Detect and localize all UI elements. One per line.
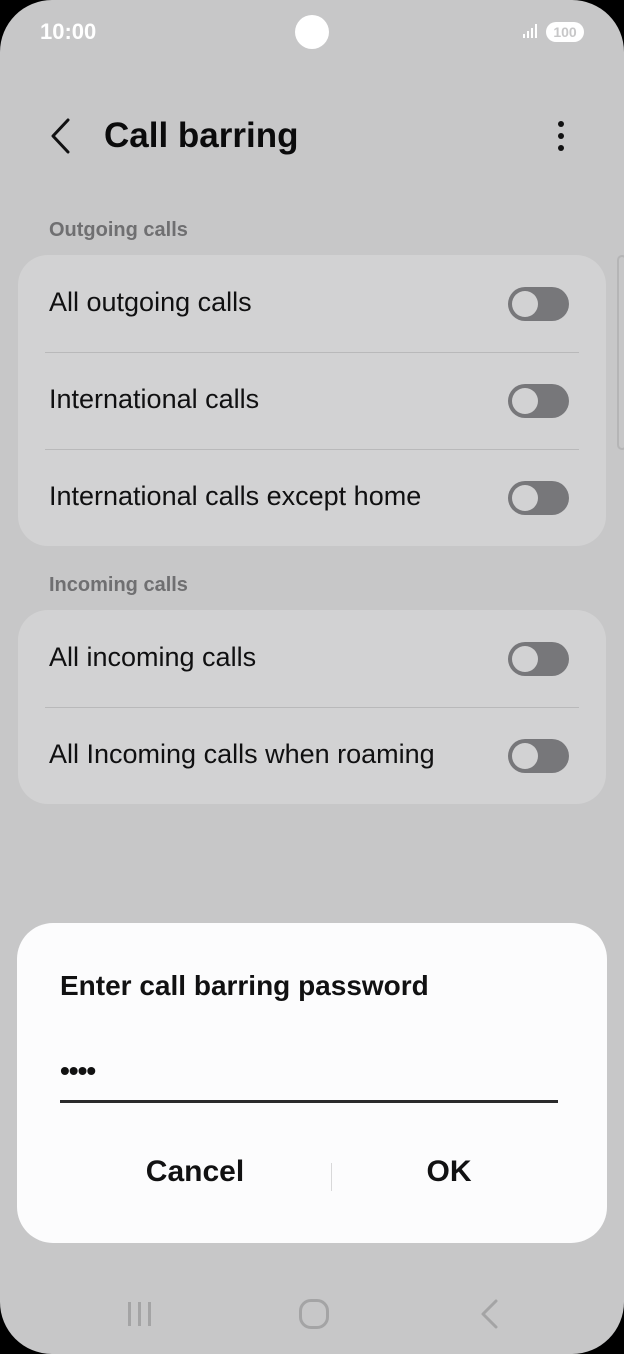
toggle-knob [512,388,538,414]
password-input[interactable]: •••• [60,1051,558,1103]
section-header-outgoing: Outgoing calls [49,219,188,241]
home-icon[interactable] [299,1299,329,1329]
dialog-actions: Cancel OK [17,1145,607,1213]
incoming-calls-card: All incoming calls All Incoming calls wh… [18,610,606,804]
navigation-bar [0,1280,624,1350]
all-outgoing-toggle[interactable] [508,287,569,321]
list-item-incoming-roaming[interactable]: All Incoming calls when roaming [18,707,606,804]
recents-icon[interactable] [126,1300,154,1328]
app-bar: Call barring [0,100,624,174]
front-camera [295,15,329,49]
dialog-title: Enter call barring password [60,970,429,1001]
toggle-knob [512,646,538,672]
battery-indicator: 100 [546,22,584,42]
list-item-international-except-home[interactable]: International calls except home [18,449,606,546]
international-toggle[interactable] [508,384,569,418]
scrollbar[interactable] [617,255,624,450]
page-title: Call barring [104,116,299,155]
status-bar: 10:00 100 [0,0,624,64]
list-item-label: All outgoing calls [49,287,252,317]
nav-back-icon[interactable] [478,1298,500,1330]
international-except-home-toggle[interactable] [508,481,569,515]
outgoing-calls-card: All outgoing calls International calls I… [18,255,606,546]
incoming-roaming-toggle[interactable] [508,739,569,773]
status-time: 10:00 [40,19,97,44]
button-divider [331,1163,332,1191]
phone-screen: 10:00 100 Call barring Outgoing calls Al… [0,0,624,1354]
section-header-incoming: Incoming calls [49,574,188,596]
password-dialog: Enter call barring password •••• Cancel … [17,923,607,1243]
toggle-knob [512,485,538,511]
signal-icon [523,24,537,38]
list-item-all-outgoing[interactable]: All outgoing calls [18,255,606,352]
ok-button[interactable]: OK [339,1155,559,1189]
toggle-knob [512,291,538,317]
list-item-label: All incoming calls [49,642,257,672]
list-item-international[interactable]: International calls [18,352,606,449]
toggle-knob [512,743,538,769]
list-item-label: International calls [49,384,260,414]
list-item-label: International calls except home [49,481,422,511]
back-arrow-icon[interactable] [40,114,84,158]
list-item-label: All Incoming calls when roaming [49,739,435,769]
all-incoming-toggle[interactable] [508,642,569,676]
cancel-button[interactable]: Cancel [85,1155,305,1189]
list-item-all-incoming[interactable]: All incoming calls [18,610,606,707]
more-options-icon[interactable] [541,114,581,158]
